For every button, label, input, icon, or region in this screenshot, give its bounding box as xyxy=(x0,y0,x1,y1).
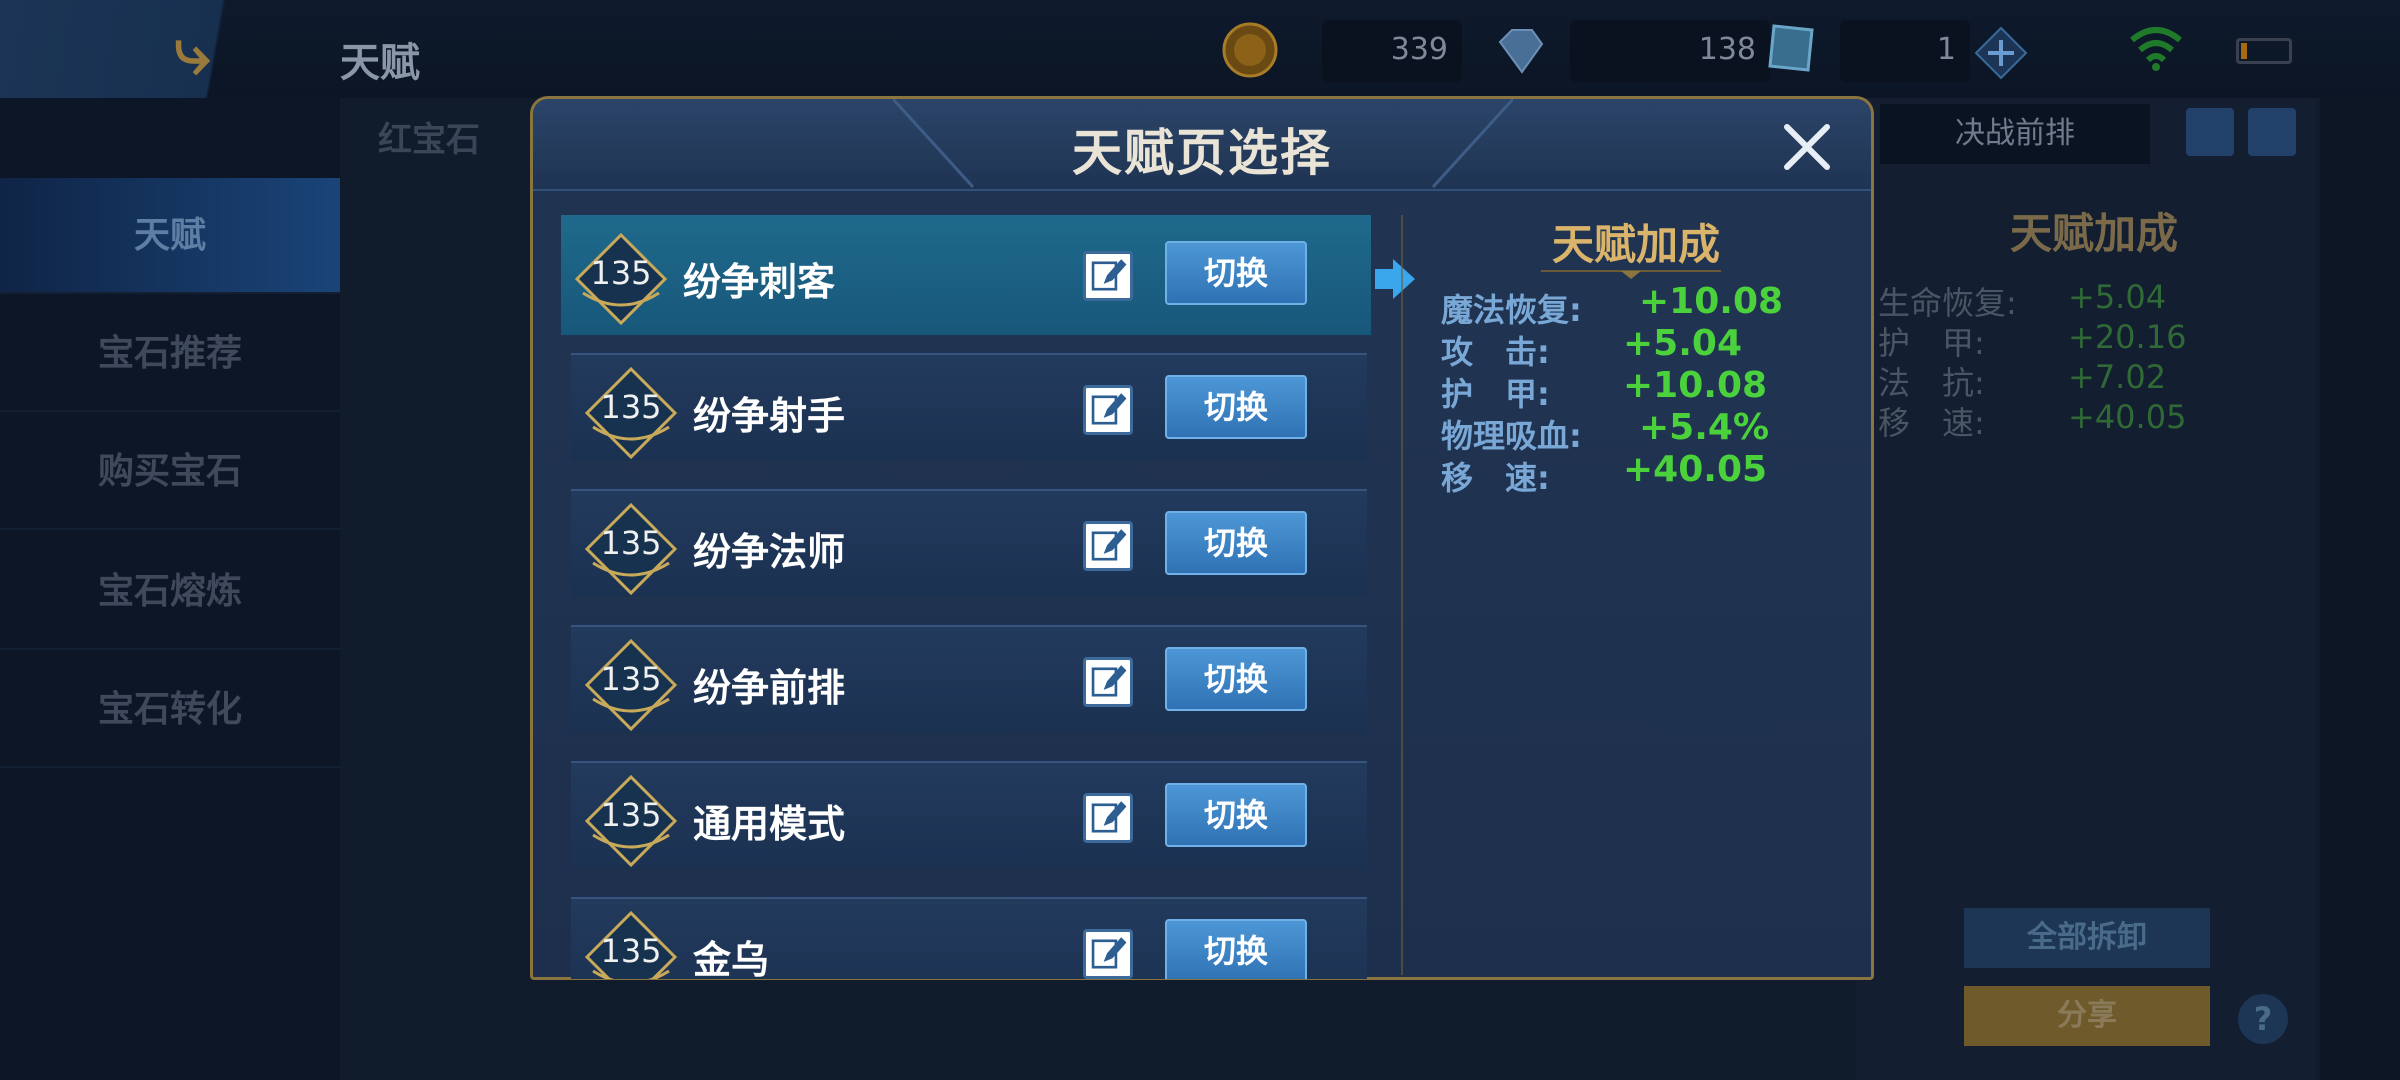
battery-icon xyxy=(2236,38,2292,64)
edit-icon[interactable] xyxy=(1083,251,1133,301)
talent-page-list[interactable]: 135 纷争刺客 切换 135 纷争射手 切换 135 纷争法师 切换 135 … xyxy=(561,215,1371,979)
bonus-stat-armor: 护 甲: +10.08 xyxy=(1441,365,1768,413)
talent-page-row[interactable]: 135 纷争法师 切换 xyxy=(571,489,1367,597)
talent-page-row[interactable]: 135 通用模式 切换 xyxy=(571,761,1367,869)
dialog-header: 天赋页选择 xyxy=(533,99,1871,191)
ruby-label: 红宝石 xyxy=(378,120,480,160)
switch-button[interactable]: 切换 xyxy=(1165,919,1307,979)
diamond-counter: 138 xyxy=(1570,20,1770,82)
switch-button[interactable]: 切换 xyxy=(1165,783,1307,847)
bg-stat: 移 速: +40.05 xyxy=(1878,398,2187,442)
level-number: 135 xyxy=(600,660,662,698)
level-number: 135 xyxy=(600,796,662,834)
bg-bonus-title: 天赋加成 xyxy=(2010,209,2179,258)
title-ornament xyxy=(1541,270,1721,279)
bonus-stat-lifesteal: 物理吸血: +5.4% xyxy=(1441,407,1770,455)
talent-page-row[interactable]: 135 纷争刺客 切换 xyxy=(561,215,1371,335)
talent-page-name: 纷争射手 xyxy=(693,394,846,438)
bonus-stat-move-speed: 移 速: +40.05 xyxy=(1441,449,1768,497)
talent-page-name: 纷争法师 xyxy=(693,530,846,574)
sidebar-item-gem-recommend[interactable]: 宝石推荐 xyxy=(0,296,340,412)
level-number: 135 xyxy=(600,524,662,562)
sidebar-item-gem-convert[interactable]: 宝石转化 xyxy=(0,652,340,768)
switch-button[interactable]: 切换 xyxy=(1165,375,1307,439)
page-tab[interactable]: 决战前排 xyxy=(1880,104,2150,164)
edit-icon[interactable] xyxy=(1083,793,1133,843)
level-number: 135 xyxy=(590,254,652,292)
switch-button[interactable]: 切换 xyxy=(1165,241,1307,305)
switch-button[interactable]: 切换 xyxy=(1165,511,1307,575)
talent-page-row[interactable]: 135 金乌 切换 xyxy=(571,897,1367,979)
sidebar-item-gem-smelt[interactable]: 宝石熔炼 xyxy=(0,534,340,650)
edit-icon[interactable] xyxy=(1083,385,1133,435)
bonus-title: 天赋加成 xyxy=(1551,220,1720,269)
share-button[interactable]: 分享 xyxy=(1964,986,2210,1046)
add-resource-icon[interactable] xyxy=(1974,26,2028,80)
level-number: 135 xyxy=(600,388,662,426)
switch-button[interactable]: 切换 xyxy=(1165,647,1307,711)
back-arrow-icon: ⤶ xyxy=(174,15,210,89)
level-number: 135 xyxy=(600,932,662,970)
help-icon[interactable]: ? xyxy=(2238,994,2288,1044)
talent-page-name: 纷争前排 xyxy=(693,666,846,710)
divider xyxy=(1401,215,1403,975)
gold-counter: 339 xyxy=(1322,20,1462,82)
dialog-title: 天赋页选择 xyxy=(1072,124,1332,182)
sidebar-item-talent[interactable]: 天赋 xyxy=(0,178,340,294)
bonus-stat-mana-regen: 魔法恢复: +10.08 xyxy=(1441,281,1784,329)
talent-page-row[interactable]: 135 纷争射手 切换 xyxy=(571,353,1367,461)
edit-icon[interactable] xyxy=(1083,929,1133,979)
bonus-stat-attack: 攻 击: +5.04 xyxy=(1441,323,1742,371)
talent-page-select-dialog: 天赋页选择 135 纷争刺客 切换 135 纷争射手 切换 135 纷争法师 切… xyxy=(530,96,1874,980)
edit-icon[interactable] xyxy=(1083,521,1133,571)
gem-card-icon xyxy=(1768,24,1814,72)
talent-page-name: 纷争刺客 xyxy=(683,260,836,304)
wifi-icon xyxy=(2130,27,2182,71)
talent-page-row[interactable]: 135 纷争前排 切换 xyxy=(571,625,1367,733)
page-title: 天赋 xyxy=(340,40,420,86)
sidebar-item-buy-gem[interactable]: 购买宝石 xyxy=(0,414,340,530)
talent-page-name: 金乌 xyxy=(693,938,770,979)
talent-page-name: 通用模式 xyxy=(693,802,846,846)
edit-icon[interactable] xyxy=(1083,657,1133,707)
diamond-icon xyxy=(1498,29,1544,74)
add-page-icon[interactable] xyxy=(2248,108,2296,156)
edit-page-icon[interactable] xyxy=(2186,108,2234,156)
unload-all-button[interactable]: 全部拆卸 xyxy=(1964,908,2210,968)
gold-coin-icon xyxy=(1222,22,1278,78)
close-icon[interactable] xyxy=(1779,119,1835,175)
gem-counter: 1 xyxy=(1840,20,1970,82)
